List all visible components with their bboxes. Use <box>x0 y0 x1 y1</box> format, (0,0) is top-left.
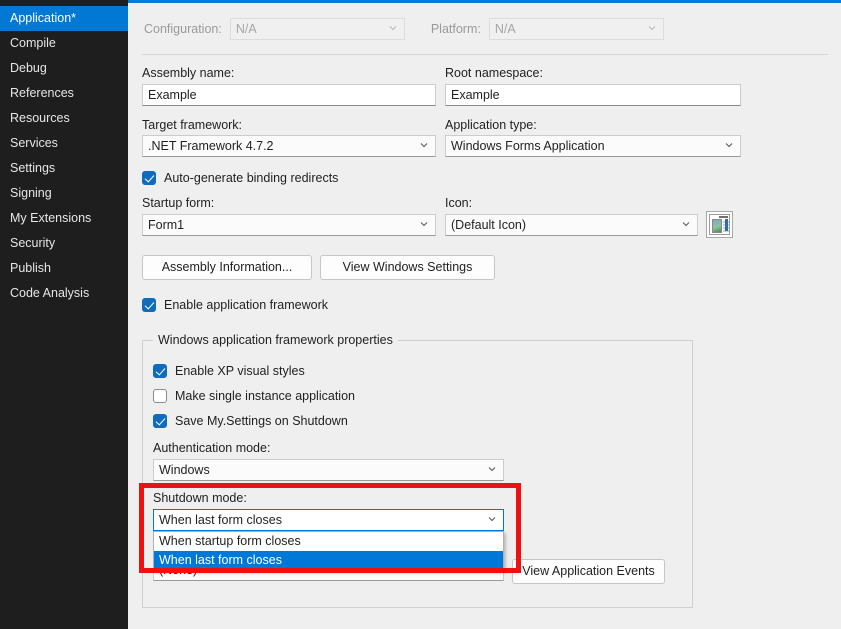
icon-combobox[interactable]: (Default Icon) <box>445 214 698 236</box>
groupbox-title: Windows application framework properties <box>153 333 398 347</box>
authentication-mode-value: Windows <box>159 463 210 477</box>
shutdown-mode-combobox[interactable]: When last form closes <box>153 509 504 531</box>
sidebar-item-label: Signing <box>10 186 52 200</box>
accent-bar <box>128 0 841 3</box>
sidebar-item-label: Publish <box>10 261 51 275</box>
root-namespace-label: Root namespace: <box>445 66 543 80</box>
view-application-events-button[interactable]: View Application Events <box>512 559 665 584</box>
sidebar-item-publish[interactable]: Publish <box>0 256 128 281</box>
sidebar-item-signing[interactable]: Signing <box>0 181 128 206</box>
icon-label: Icon: <box>445 196 473 210</box>
icon-picture <box>711 219 722 233</box>
shutdown-mode-dropdown-list[interactable]: When startup form closes When last form … <box>153 531 504 571</box>
target-framework-label: Target framework: <box>142 118 243 132</box>
sidebar-item-settings[interactable]: Settings <box>0 156 128 181</box>
view-windows-settings-button[interactable]: View Windows Settings <box>320 255 495 280</box>
sidebar-item-code-analysis[interactable]: Code Analysis <box>0 281 128 306</box>
application-type-combobox[interactable]: Windows Forms Application <box>445 135 741 157</box>
checkbox-icon <box>153 414 167 428</box>
assembly-information-button[interactable]: Assembly Information... <box>142 255 312 280</box>
dropdown-option-when-last-form-closes[interactable]: When last form closes <box>154 551 503 570</box>
sidebar-item-label: Settings <box>10 161 56 175</box>
checkbox-icon <box>142 298 156 312</box>
sidebar-item-label: Resources <box>10 111 70 125</box>
target-framework-value: .NET Framework 4.7.2 <box>148 139 274 153</box>
sidebar-item-label: Compile <box>10 36 56 50</box>
checkbox-icon <box>142 171 156 185</box>
sidebar-item-resources[interactable]: Resources <box>0 106 128 131</box>
enable-application-framework-label: Enable application framework <box>164 298 328 312</box>
chevron-down-icon <box>420 220 428 228</box>
chevron-down-icon <box>389 24 397 32</box>
content-pane: Configuration: N/A Platform: N/A Assembl… <box>128 0 841 629</box>
sidebar-item-label: My Extensions <box>10 211 92 225</box>
sidebar-item-label: Security <box>10 236 56 250</box>
icon-titlebar <box>719 216 728 218</box>
chevron-down-icon <box>648 24 656 32</box>
root-namespace-value: Example <box>451 88 500 102</box>
configuration-row: Configuration: N/A Platform: N/A <box>144 18 664 40</box>
root-namespace-input[interactable]: Example <box>445 84 741 106</box>
assembly-name-label: Assembly name: <box>142 66 235 80</box>
checkbox-icon <box>153 364 167 378</box>
startup-form-label: Startup form: <box>142 196 215 210</box>
assembly-name-input[interactable]: Example <box>142 84 436 106</box>
chevron-down-icon <box>725 141 733 149</box>
authentication-mode-label: Authentication mode: <box>153 441 271 455</box>
enable-xp-visual-styles-label: Enable XP visual styles <box>175 364 305 378</box>
startup-form-value: Form1 <box>148 218 185 232</box>
sidebar-item-my-extensions[interactable]: My Extensions <box>0 206 128 231</box>
sidebar-item-services[interactable]: Services <box>0 131 128 156</box>
shutdown-mode-value: When last form closes <box>159 513 282 527</box>
assembly-name-value: Example <box>148 88 197 102</box>
sidebar-item-label: Application* <box>10 11 77 25</box>
target-framework-combobox[interactable]: .NET Framework 4.7.2 <box>142 135 436 157</box>
platform-combobox[interactable]: N/A <box>488 18 664 40</box>
sidebar-item-security[interactable]: Security <box>0 231 128 256</box>
auto-generate-binding-redirects-label: Auto-generate binding redirects <box>164 171 339 185</box>
project-properties-window: Application* Compile Debug References Re… <box>0 0 841 629</box>
configuration-label: Configuration: <box>144 22 222 36</box>
enable-application-framework-checkbox[interactable]: Enable application framework <box>142 298 328 312</box>
chevron-down-icon <box>488 465 496 473</box>
application-type-label: Application type: <box>445 118 537 132</box>
chevron-down-icon <box>488 515 496 523</box>
auto-generate-binding-redirects-checkbox[interactable]: Auto-generate binding redirects <box>142 171 338 185</box>
sidebar-item-application[interactable]: Application* <box>0 6 138 31</box>
sidebar-item-debug[interactable]: Debug <box>0 56 128 81</box>
save-my-settings-on-shutdown-checkbox[interactable]: Save My.Settings on Shutdown <box>153 414 348 428</box>
sidebar-item-label: Debug <box>10 61 47 75</box>
startup-form-combobox[interactable]: Form1 <box>142 214 436 236</box>
application-type-value: Windows Forms Application <box>451 139 605 153</box>
chevron-down-icon <box>420 141 428 149</box>
chevron-down-icon <box>682 220 690 228</box>
sidebar-item-compile[interactable]: Compile <box>0 31 128 56</box>
save-my-settings-on-shutdown-label: Save My.Settings on Shutdown <box>175 414 348 428</box>
sidebar: Application* Compile Debug References Re… <box>0 0 138 629</box>
dropdown-option-when-startup-form-closes[interactable]: When startup form closes <box>154 532 503 551</box>
sidebar-item-label: Code Analysis <box>10 286 90 300</box>
shutdown-mode-label: Shutdown mode: <box>153 491 247 505</box>
icon-accent-bar <box>725 219 728 231</box>
sidebar-item-references[interactable]: References <box>0 81 128 106</box>
enable-xp-visual-styles-checkbox[interactable]: Enable XP visual styles <box>153 364 305 378</box>
configuration-combobox[interactable]: N/A <box>229 18 405 40</box>
platform-value: N/A <box>494 22 516 36</box>
sidebar-item-label: References <box>10 86 74 100</box>
platform-label: Platform: <box>430 22 481 36</box>
authentication-mode-combobox[interactable]: Windows <box>153 459 504 481</box>
checkbox-icon <box>153 389 167 403</box>
icon-preview-thumbnail <box>706 211 733 238</box>
header-divider <box>142 54 828 55</box>
make-single-instance-application-checkbox[interactable]: Make single instance application <box>153 389 355 403</box>
configuration-value: N/A <box>235 22 257 36</box>
sidebar-item-label: Services <box>10 136 58 150</box>
default-app-icon <box>709 214 730 235</box>
make-single-instance-application-label: Make single instance application <box>175 389 355 403</box>
icon-value: (Default Icon) <box>451 218 527 232</box>
